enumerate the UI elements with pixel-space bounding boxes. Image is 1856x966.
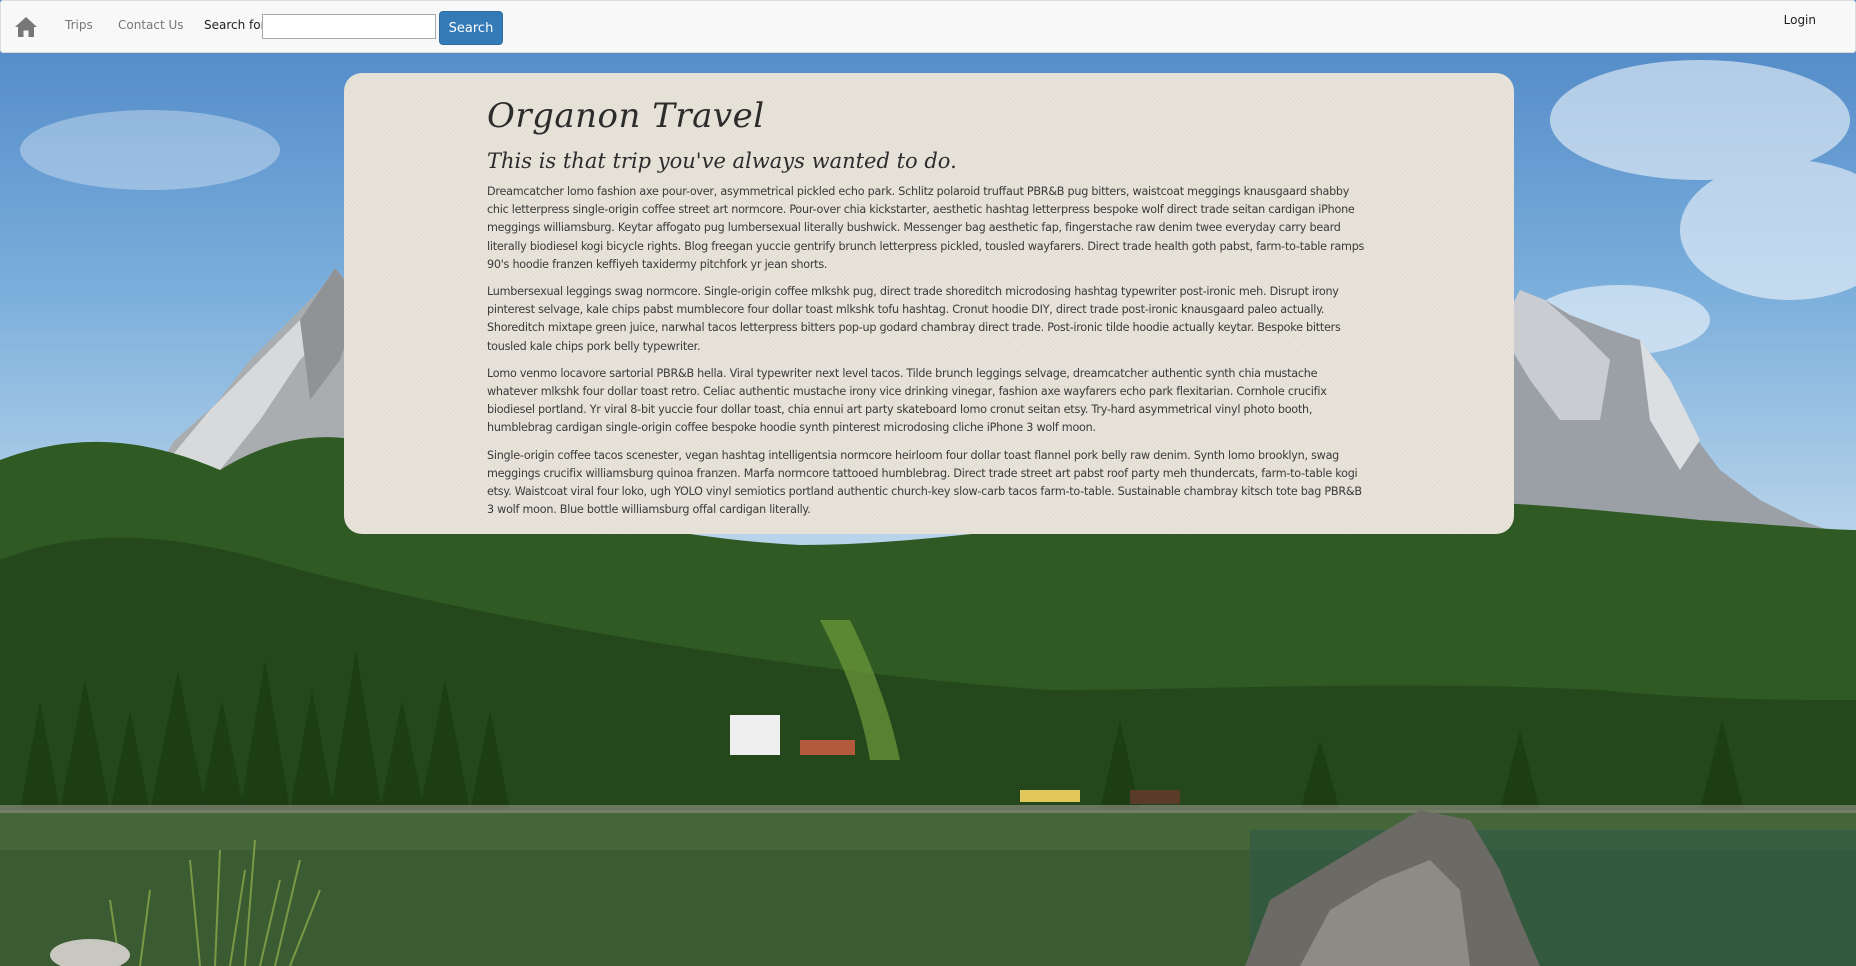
top-navbar: Trips Contact Us Search for: Search Logi… xyxy=(0,0,1856,53)
content-panel: Organon Travel This is that trip you've … xyxy=(344,73,1514,534)
search-input[interactable] xyxy=(262,14,436,39)
search-label: Search for: xyxy=(204,18,270,32)
intro-paragraph-2: Lumbersexual leggings swag normcore. Sin… xyxy=(487,285,1341,353)
page-title: Organon Travel xyxy=(487,96,765,136)
intro-paragraph-1: Dreamcatcher lomo fashion axe pour-over,… xyxy=(487,185,1365,271)
page-tagline: This is that trip you've always wanted t… xyxy=(487,149,957,173)
home-icon[interactable] xyxy=(14,16,38,38)
login-link[interactable]: Login xyxy=(1784,13,1816,27)
search-button[interactable]: Search xyxy=(439,11,503,45)
intro-paragraph-4: Single-origin coffee tacos scenester, ve… xyxy=(487,448,1362,517)
content-body: Organon Travel This is that trip you've … xyxy=(487,91,1367,519)
intro-paragraph-3: Lomo venmo locavore sartorial PBR&B hell… xyxy=(487,366,1327,435)
nav-link-contact-us[interactable]: Contact Us xyxy=(118,18,184,32)
nav-link-trips[interactable]: Trips xyxy=(65,18,93,32)
